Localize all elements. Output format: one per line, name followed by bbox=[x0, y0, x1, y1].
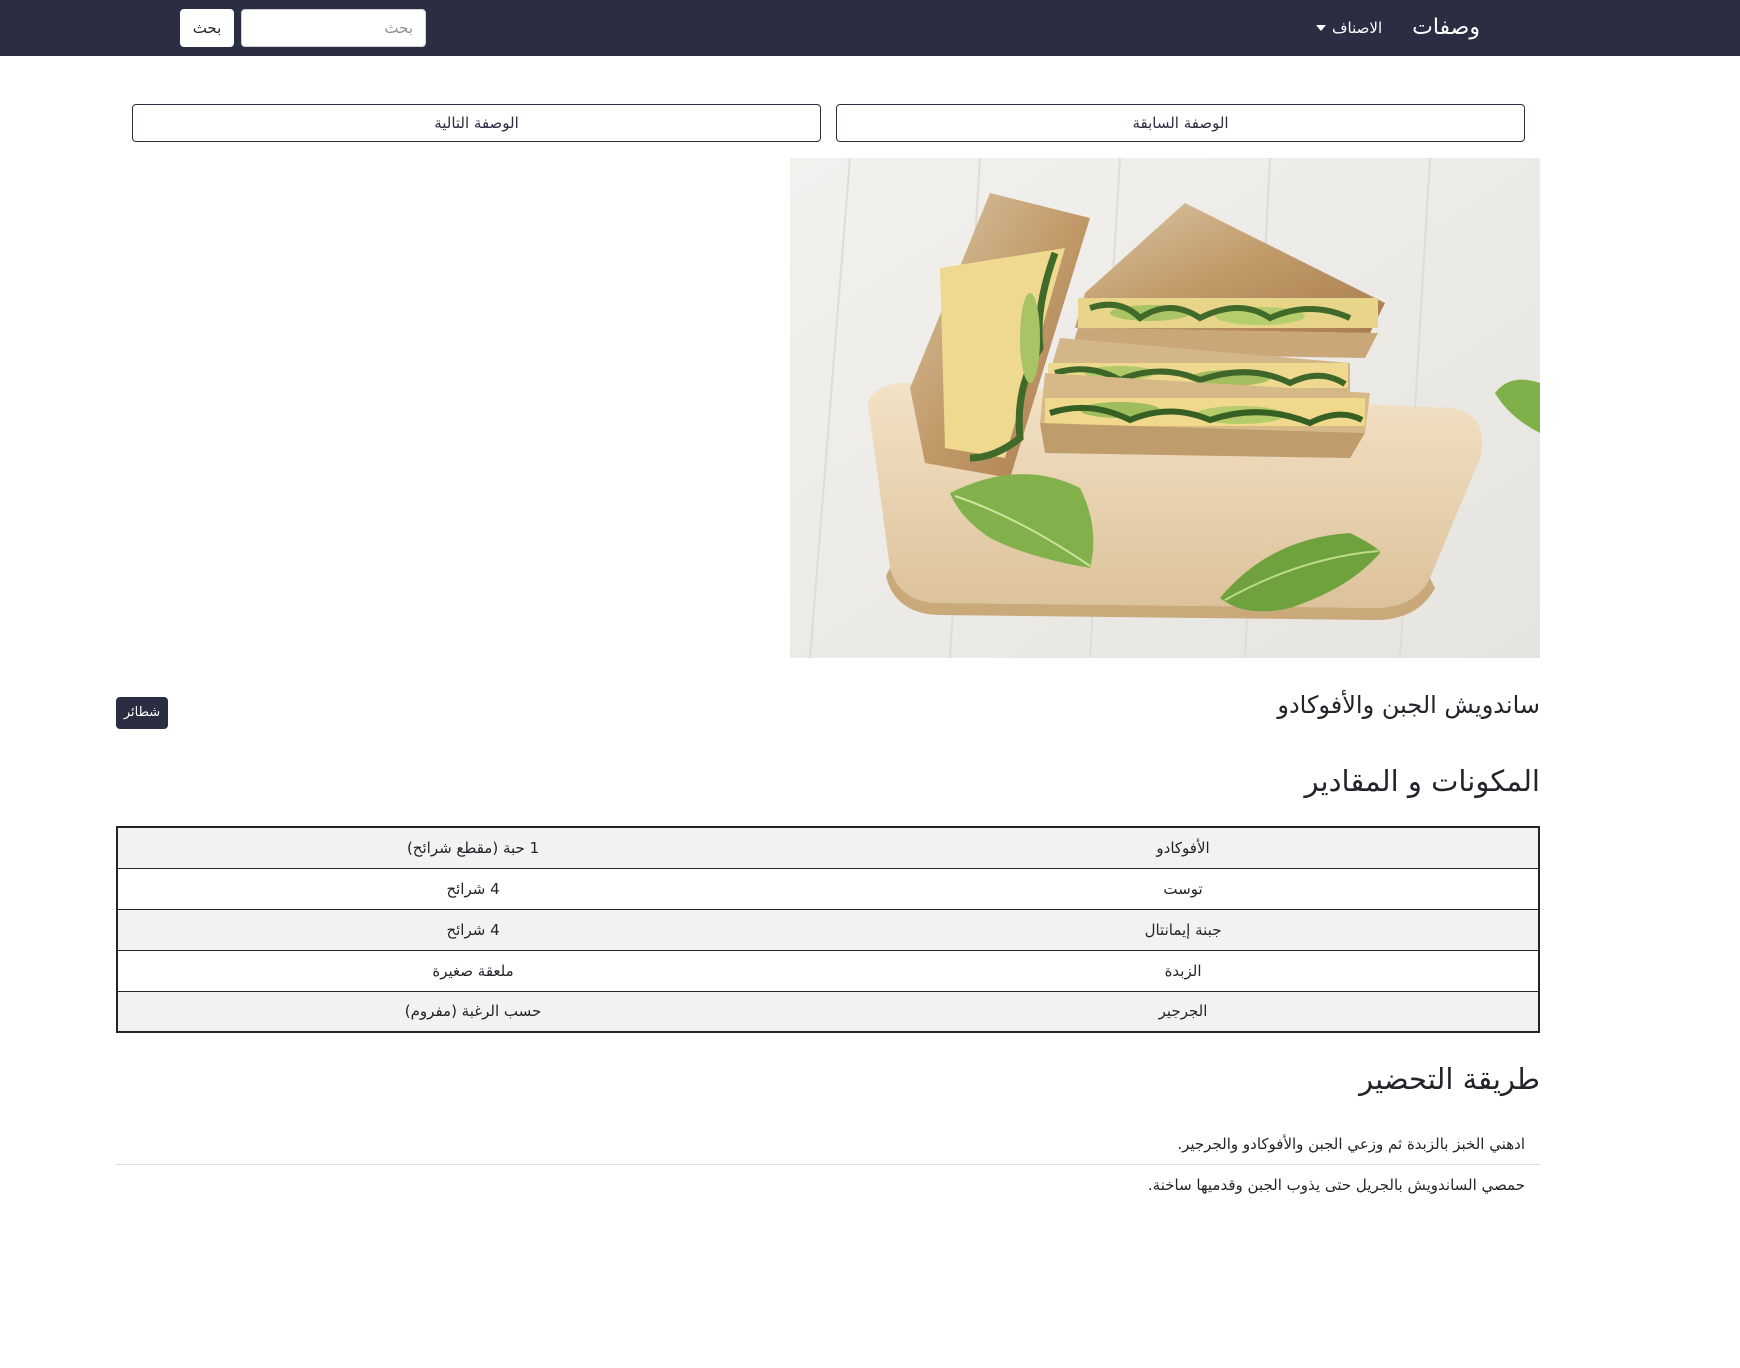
caret-down-icon bbox=[1316, 25, 1326, 31]
ingredient-amount: حسب الرغبة (مفروم) bbox=[117, 990, 829, 1032]
list-item: حمصي الساندويش بالجريل حتى يذوب الجبن وق… bbox=[1147, 1176, 1525, 1194]
brand-link[interactable]: وصفات bbox=[1412, 12, 1480, 44]
next-recipe-button[interactable]: الوصفة التالية bbox=[132, 104, 821, 142]
categories-label: الاصناف bbox=[1332, 19, 1383, 37]
ingredients-heading: المكونات و المقادير bbox=[1304, 764, 1540, 798]
ingredient-amount: 4 شرائح bbox=[117, 867, 829, 909]
category-badge[interactable]: شطائر bbox=[116, 697, 168, 729]
recipe-title: ساندويش الجبن والأفوكادو bbox=[1277, 691, 1540, 719]
table-row: توست 4 شرائح bbox=[117, 867, 1539, 909]
ingredient-name: الأفوكادو bbox=[828, 827, 1539, 868]
steps-heading: طريقة التحضير bbox=[1359, 1062, 1540, 1096]
ingredient-amount: ملعقة صغيرة bbox=[117, 949, 829, 991]
table-row: جبنة إيمانتال 4 شرائح bbox=[117, 908, 1539, 950]
categories-dropdown[interactable]: الاصناف bbox=[1316, 16, 1392, 40]
recipe-image bbox=[790, 158, 1540, 658]
ingredient-name: توست bbox=[828, 867, 1539, 909]
table-row: الأفوكادو 1 حبة (مقطع شرائح) bbox=[117, 827, 1539, 868]
ingredients-table: الأفوكادو 1 حبة (مقطع شرائح) توست 4 شرائ… bbox=[116, 826, 1540, 1033]
search-button[interactable]: بحث bbox=[180, 9, 234, 47]
search-input[interactable] bbox=[241, 9, 426, 47]
ingredient-name: الزبدة bbox=[828, 949, 1539, 991]
table-row: الزبدة ملعقة صغيرة bbox=[117, 949, 1539, 991]
top-navbar: وصفات الاصناف بحث bbox=[0, 0, 1740, 56]
ingredient-name: جبنة إيمانتال bbox=[828, 908, 1539, 950]
list-item: ادهني الخبز بالزبدة ثم وزعي الجبن والأفو… bbox=[116, 1124, 1540, 1165]
table-row: الجرجير حسب الرغبة (مفروم) bbox=[117, 990, 1539, 1032]
ingredient-amount: 1 حبة (مقطع شرائح) bbox=[117, 827, 829, 868]
previous-recipe-button[interactable]: الوصفة السابقة bbox=[836, 104, 1525, 142]
ingredient-amount: 4 شرائح bbox=[117, 908, 829, 950]
ingredient-name: الجرجير bbox=[828, 990, 1539, 1032]
steps-list: ادهني الخبز بالزبدة ثم وزعي الجبن والأفو… bbox=[116, 1124, 1540, 1206]
